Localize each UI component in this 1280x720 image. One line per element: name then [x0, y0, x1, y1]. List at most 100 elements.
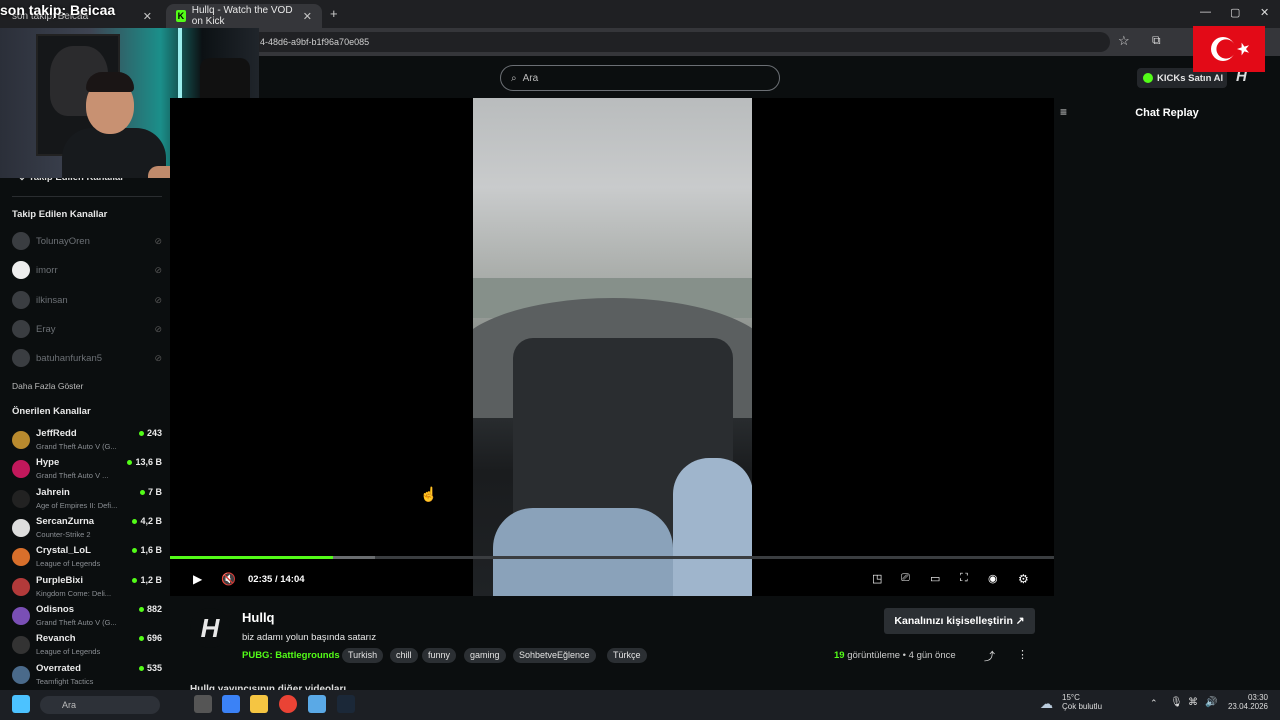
windows-start-icon[interactable]: [12, 695, 30, 713]
chat-panel: [1054, 98, 1280, 690]
store-icon[interactable]: [222, 695, 240, 713]
bookmark-star-icon[interactable]: ☆: [1118, 33, 1130, 49]
channel-name: ilkinsan: [36, 294, 68, 306]
followed-channel[interactable]: batuhanfurkan5 ⊘: [12, 346, 162, 370]
app-icon[interactable]: [308, 695, 326, 713]
viewer-count: 535: [138, 663, 162, 673]
recommended-channel[interactable]: Crystal_LoL League of Legends 1,6 B: [12, 543, 162, 571]
microphone-icon[interactable]: 🎙: [1170, 697, 1183, 708]
channel-game: League of Legends: [36, 647, 101, 656]
tab-label: Hullq - Watch the VOD on Kick: [191, 5, 293, 27]
channel-game: Grand Theft Auto V (G...: [36, 618, 117, 627]
recommended-channel[interactable]: PurpleBixi Kingdom Come: Deli... 1,2 B: [12, 573, 162, 601]
tag[interactable]: gaming: [464, 648, 506, 663]
avatar: [12, 291, 30, 309]
offline-icon: ⊘: [154, 264, 162, 275]
category-link[interactable]: PUBG: Battlegrounds: [242, 650, 340, 661]
progress-bar[interactable]: [170, 556, 1054, 559]
tag[interactable]: SohbetveEğlence: [513, 648, 596, 663]
volume-icon[interactable]: 🔊: [1205, 697, 1217, 708]
tag[interactable]: Turkish: [342, 648, 384, 663]
recommended-channel[interactable]: Hype Grand Theft Auto V ... 13,6 B: [12, 455, 162, 483]
recommended-channel[interactable]: JeffRedd Grand Theft Auto V (G... 243: [12, 426, 162, 454]
live-dot-icon: [139, 489, 145, 495]
taskbar-search[interactable]: Ara: [40, 696, 160, 714]
viewer-count: 696: [138, 633, 162, 643]
view-stats: 19 görüntüleme • 4 gün önce: [834, 650, 956, 661]
tag[interactable]: chill: [390, 648, 418, 663]
channel-game: Grand Theft Auto V ...: [36, 471, 109, 480]
more-options-icon[interactable]: ⋮: [1017, 648, 1028, 661]
buy-kicks-label: KICKs Satın Al: [1157, 72, 1224, 84]
avatar: [12, 460, 30, 478]
turkey-flag: [1193, 26, 1265, 72]
vod-age: 4 gün önce: [908, 650, 956, 661]
clock-date: 23.04.2026: [1227, 702, 1268, 711]
recommended-channel[interactable]: Odisnos Grand Theft Auto V (G... 882: [12, 602, 162, 630]
miniplayer-icon[interactable]: ◳: [872, 572, 882, 585]
mute-icon[interactable]: 🔇: [221, 572, 236, 586]
streamer-hair: [86, 72, 134, 92]
steam-icon[interactable]: [337, 695, 355, 713]
followed-channel[interactable]: imorr ⊘: [12, 258, 162, 282]
minimize-button[interactable]: —: [1200, 6, 1211, 18]
new-tab-button[interactable]: +: [330, 6, 338, 21]
recommended-channel[interactable]: SercanZurna Counter-Strike 2 4,2 B: [12, 514, 162, 542]
avatar: [12, 232, 30, 250]
avatar: [12, 607, 30, 625]
task-view-icon[interactable]: [194, 695, 212, 713]
viewer-count-value: 243: [146, 428, 162, 438]
channel-name: batuhanfurkan5: [36, 352, 103, 364]
recommended-channel[interactable]: Overrated Teamfight Tactics 535: [12, 661, 162, 689]
channel-name: Jahrein: [36, 487, 70, 498]
weather-widget[interactable]: 15°C Çok bulutlu: [1062, 693, 1102, 711]
avatar: [12, 548, 30, 566]
separator-dot: •: [902, 650, 906, 661]
followed-channel[interactable]: TolunayOren ⊘: [12, 229, 162, 253]
progress-played: [170, 556, 333, 559]
playback-speed-icon[interactable]: ◉: [988, 572, 998, 585]
maximize-button[interactable]: ▢: [1230, 6, 1240, 19]
recommended-channel[interactable]: Jahrein Age of Empires II: Defi... 7 B: [12, 485, 162, 513]
live-dot-icon: [138, 635, 144, 641]
channel-name: Odisnos: [36, 604, 75, 615]
url-field[interactable]: 4-48d6-a9bf-b1f96a70e085: [250, 32, 1110, 52]
viewer-count: 13,6 B: [127, 457, 162, 467]
tray-chevron-icon[interactable]: ⌃: [1150, 698, 1158, 709]
live-dot-icon: [138, 665, 144, 671]
last-follower-text: son takip: Beicaa: [0, 2, 116, 18]
file-explorer-icon[interactable]: [250, 695, 268, 713]
tab-hullq-vod[interactable]: K Hullq - Watch the VOD on Kick ✕: [166, 4, 322, 28]
channel-logo[interactable]: H: [190, 608, 230, 648]
close-icon[interactable]: ✕: [143, 10, 152, 23]
search-input[interactable]: ⌕ Ara: [500, 65, 780, 91]
fullscreen-icon[interactable]: ⛶: [960, 572, 968, 585]
personalize-channel-button[interactable]: Kanalınızı kişiselleştirin ↗: [884, 608, 1035, 634]
play-button[interactable]: ▶: [193, 572, 202, 586]
chrome-icon[interactable]: [279, 695, 297, 713]
viewer-count: 4,2 B: [132, 516, 162, 526]
recommended-channel[interactable]: Revanch League of Legends 696: [12, 631, 162, 659]
avatar: [12, 320, 30, 338]
close-window-button[interactable]: ✕: [1260, 6, 1269, 19]
followed-channel[interactable]: ilkinsan ⊘: [12, 288, 162, 312]
kick-favicon-icon: K: [176, 10, 186, 22]
video-player[interactable]: [170, 98, 1054, 596]
viewer-count-value: 696: [146, 633, 162, 643]
show-more-link[interactable]: Daha Fazla Göster: [12, 381, 83, 391]
followed-channel[interactable]: Eray ⊘: [12, 317, 162, 341]
system-clock[interactable]: 03:30 23.04.2026: [1226, 693, 1268, 711]
extensions-icon[interactable]: ⧉: [1152, 33, 1161, 48]
weather-cloud-icon: ☁: [1040, 696, 1053, 711]
channel-name[interactable]: Hullq: [242, 610, 275, 625]
clip-icon[interactable]: ⎚: [901, 572, 910, 585]
network-icon[interactable]: ⌘: [1188, 697, 1198, 708]
tag[interactable]: Türkçe: [607, 648, 647, 663]
theater-mode-icon[interactable]: ▭: [930, 572, 940, 585]
settings-gear-icon[interactable]: ⚙: [1018, 572, 1029, 586]
close-icon[interactable]: ✕: [303, 10, 312, 23]
share-icon[interactable]: ⤴: [984, 648, 995, 664]
views-count: 19: [834, 650, 845, 661]
viewer-count-value: 1,6 B: [140, 545, 162, 555]
tag[interactable]: funny: [422, 648, 457, 663]
